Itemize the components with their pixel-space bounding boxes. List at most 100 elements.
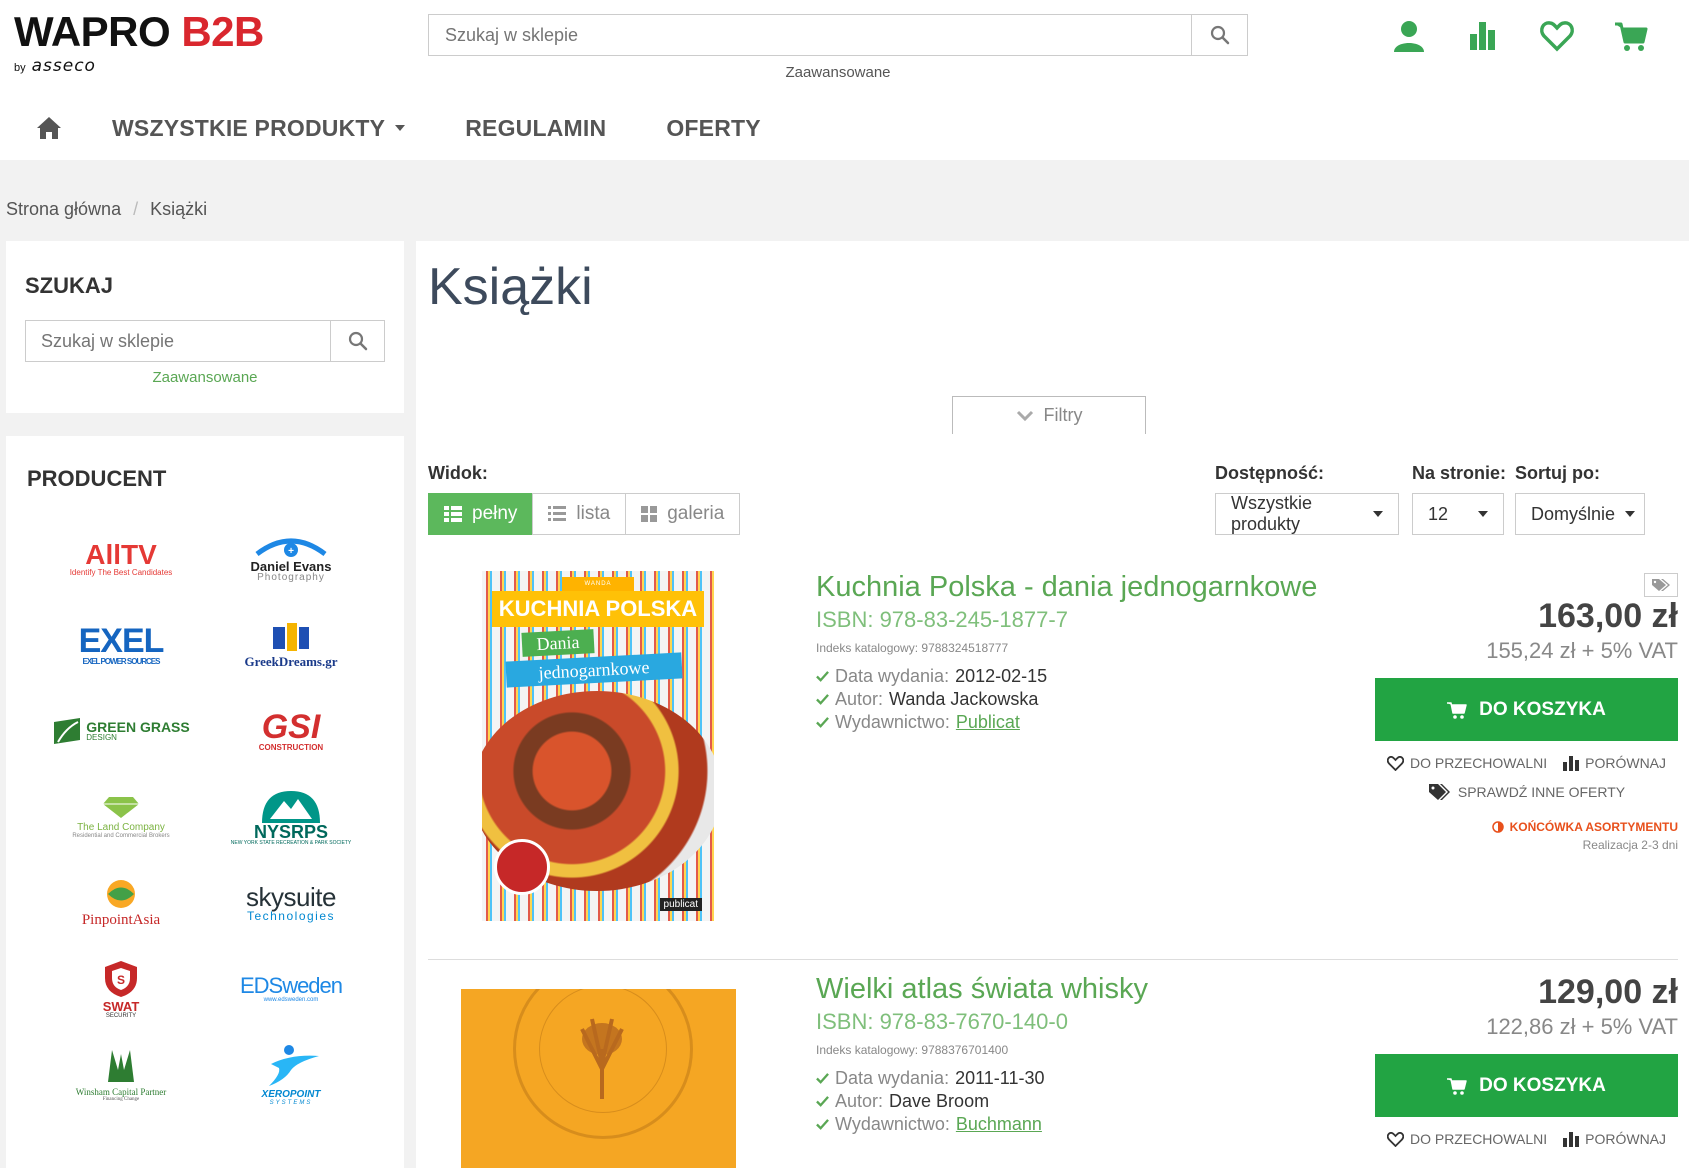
tags-icon: [1428, 784, 1450, 800]
brand-greekdreams[interactable]: GreekDreams.gr: [206, 602, 376, 688]
product-title[interactable]: Wielki atlas świata whisky: [816, 973, 1148, 1006]
top-search-button[interactable]: [1191, 15, 1247, 55]
check-icon: [816, 1073, 829, 1084]
flag-icon: [273, 622, 309, 651]
chevron-down-icon: [395, 125, 406, 131]
tags-icon: [1652, 579, 1670, 591]
product-index: Indeks katalogowy: 9788376701400: [816, 1043, 1009, 1057]
compare-link[interactable]: PORÓWNAJ: [1563, 755, 1666, 771]
filters-toggle[interactable]: Filtry: [952, 396, 1146, 434]
check-icon: [816, 694, 829, 705]
product-price-net: 122,86 zł + 5% VAT: [1486, 1014, 1678, 1039]
brand-gsi[interactable]: GSI CONSTRUCTION: [206, 688, 376, 774]
cover-publisher: publicat: [659, 898, 702, 911]
svg-text:S: S: [117, 973, 125, 987]
heart-icon: [1386, 1131, 1404, 1147]
brand-winsham[interactable]: Winsham Capital Partner Financing Change: [36, 1032, 206, 1118]
logo-by: by: [14, 62, 26, 74]
search-icon: [1210, 25, 1229, 45]
sidebar-advanced-link[interactable]: Zaawansowane: [25, 369, 385, 386]
brand-swat[interactable]: S SWAT SECURITY: [36, 946, 206, 1032]
product-divider: [428, 959, 1678, 960]
add-to-cart-button[interactable]: DO KOSZYKA: [1375, 1054, 1678, 1117]
check-icon: [816, 1119, 829, 1130]
product-isbn: ISBN: 978-83-7670-140-0: [816, 1009, 1068, 1034]
nav-oferty[interactable]: OFERTY: [666, 115, 760, 142]
globe-icon: [107, 879, 135, 908]
compare-chart-icon: [1563, 755, 1580, 771]
search-icon: [348, 331, 367, 351]
user-icon[interactable]: [1391, 18, 1427, 54]
publisher-link[interactable]: Buchmann: [956, 1113, 1042, 1136]
figure-icon: [269, 1045, 319, 1086]
main-content: Książki Filtry Widok: pełny lista galeri…: [416, 241, 1689, 1168]
brand-exel[interactable]: EXEL EXEL POWER SOURCES: [36, 602, 206, 688]
compare-link[interactable]: PORÓWNAJ: [1563, 1131, 1666, 1147]
sort-select[interactable]: Domyślnie: [1515, 493, 1645, 535]
top-search: [428, 14, 1248, 56]
view-gallery[interactable]: galeria: [625, 493, 741, 535]
availability-select[interactable]: Wszystkie produkty: [1215, 493, 1399, 535]
mountain-icon: [261, 790, 320, 823]
chevron-down-icon: [1373, 511, 1383, 517]
publisher-link[interactable]: Publicat: [956, 711, 1020, 734]
wishlist-link[interactable]: DO PRZECHOWALNI: [1386, 755, 1547, 771]
add-to-cart-button[interactable]: DO KOSZYKA: [1375, 678, 1678, 741]
product-price: 129,00 zł: [1538, 973, 1678, 1011]
page-title: Książki: [428, 258, 593, 316]
product-isbn: ISBN: 978-83-245-1877-7: [816, 607, 1068, 632]
product-image[interactable]: [461, 989, 736, 1168]
top-search-input[interactable]: [429, 15, 1191, 55]
brand-alltv[interactable]: AllTV Identify The Best Candidates: [36, 516, 206, 602]
product-item: Wielki atlas świata whisky ISBN: 978-83-…: [428, 971, 1678, 1168]
nav-regulamin[interactable]: REGULAMIN: [465, 115, 606, 142]
breadcrumb-current: Książki: [150, 199, 208, 219]
cover-subtitle-2: jednogarnkowe: [505, 652, 683, 688]
list-icon: [548, 506, 567, 521]
brand-land-company[interactable]: The Land Company Residential and Commerci…: [36, 774, 206, 860]
product-actions: DO PRZECHOWALNI PORÓWNAJ: [1375, 755, 1678, 771]
sort-label: Sortuj po:: [1515, 463, 1600, 483]
heart-icon[interactable]: [1539, 18, 1575, 54]
compare-chart-icon: [1563, 1131, 1580, 1147]
brand-edsweden[interactable]: EDSweden www.edsweden.com: [206, 946, 376, 1032]
eye-icon: +: [255, 538, 327, 557]
breadcrumb-separator: /: [133, 199, 139, 219]
view-list[interactable]: lista: [532, 493, 627, 535]
stock-status: KOŃCÓWKA ASORTYMENTU: [1491, 820, 1678, 834]
product-image[interactable]: WANDA JACKOWSKA KUCHNIA POLSKA Dania jed…: [482, 571, 714, 921]
realization-time: Realizacja 2-3 dni: [1582, 838, 1678, 852]
brand-xeropoint[interactable]: XEROPOINT SYSTEMS: [206, 1032, 376, 1118]
home-icon[interactable]: [36, 115, 62, 141]
brand-nysrps[interactable]: NYSRPS NEW YORK STATE RECREATION & PARK S…: [206, 774, 376, 860]
product-attributes: Data wydania: 2012-02-15 Autor: Wanda Jack…: [816, 665, 1047, 734]
list-full-icon: [444, 506, 462, 522]
sidebar-search-title: SZUKAJ: [25, 273, 114, 298]
brand-daniel-evans[interactable]: + Daniel Evans Photography: [206, 516, 376, 602]
wishlist-link[interactable]: DO PRZECHOWALNI: [1386, 1131, 1547, 1147]
top-advanced-link[interactable]: Zaawansowane: [428, 64, 1248, 81]
chevron-down-icon: [1478, 511, 1488, 517]
tags-button[interactable]: [1644, 573, 1678, 597]
check-icon: [816, 671, 829, 682]
sidebar-search-button[interactable]: [330, 321, 384, 361]
product-item: WANDA JACKOWSKA KUCHNIA POLSKA Dania jed…: [428, 571, 1678, 921]
logo[interactable]: WAPRO B2B by asseco: [14, 10, 264, 77]
brand-skysuite[interactable]: skysuite Technologies: [206, 860, 376, 946]
other-offers-link[interactable]: SPRAWDŹ INNE OFERTY: [1375, 783, 1678, 801]
brand-green-grass[interactable]: GREEN GRASS DESIGN: [36, 688, 206, 774]
product-title[interactable]: Kuchnia Polska - dania jednogarnkowe: [816, 571, 1317, 604]
breadcrumb: Strona główna / Książki: [6, 199, 207, 220]
w-logo-icon: [108, 1050, 134, 1082]
shield-icon: S: [105, 960, 137, 997]
nav-all-products[interactable]: WSZYSTKIE PRODUKTY: [112, 115, 406, 142]
compare-chart-icon[interactable]: [1465, 18, 1501, 54]
per-page-select[interactable]: 12: [1412, 493, 1504, 535]
cart-icon[interactable]: [1613, 18, 1649, 54]
view-full[interactable]: pełny: [428, 493, 534, 535]
sidebar-search-input[interactable]: [26, 321, 330, 361]
brand-pinpointasia[interactable]: PinpointAsia: [36, 860, 206, 946]
breadcrumb-home[interactable]: Strona główna: [6, 199, 121, 220]
view-label: Widok:: [428, 463, 488, 483]
cart-icon: [1447, 1077, 1467, 1095]
